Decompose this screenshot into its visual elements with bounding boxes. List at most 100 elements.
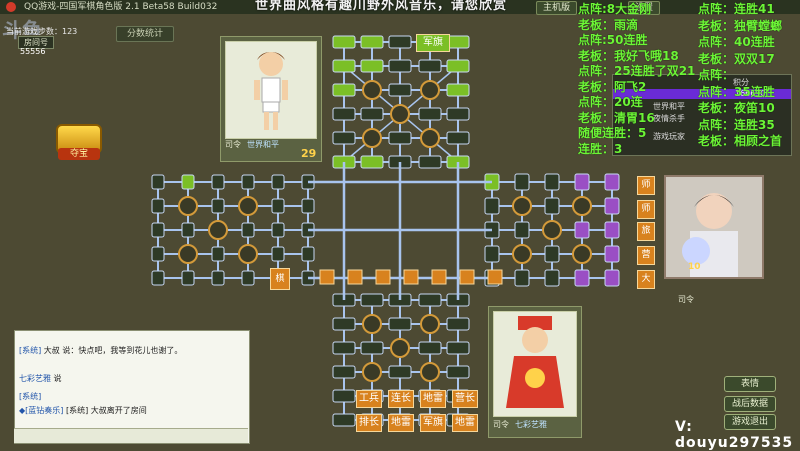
board-station[interactable] xyxy=(301,222,315,238)
board-station[interactable] xyxy=(418,59,442,73)
board-camp[interactable] xyxy=(420,80,440,100)
board-station[interactable] xyxy=(360,341,384,355)
board-station[interactable] xyxy=(332,131,356,145)
treasure-button[interactable]: 夺宝 xyxy=(52,120,104,162)
board-station[interactable] xyxy=(271,222,285,238)
board-station[interactable] xyxy=(514,173,530,191)
board-station[interactable] xyxy=(241,222,255,238)
board-station[interactable] xyxy=(211,270,225,286)
board-station[interactable] xyxy=(332,389,356,403)
board-station[interactable] xyxy=(544,173,560,191)
board-station[interactable] xyxy=(388,131,412,145)
board-camp[interactable] xyxy=(362,362,382,382)
board-station[interactable] xyxy=(301,174,315,190)
board-station[interactable] xyxy=(151,270,165,286)
board-camp[interactable] xyxy=(362,80,382,100)
board-station[interactable] xyxy=(514,221,530,239)
board-station[interactable] xyxy=(181,270,195,286)
piece-south-7[interactable]: 军旗 xyxy=(420,414,446,432)
board-station[interactable] xyxy=(211,174,225,190)
piece-east-1[interactable]: 师 xyxy=(637,176,655,195)
board-camp[interactable] xyxy=(362,128,382,148)
board-station[interactable] xyxy=(484,221,500,239)
board-station[interactable] xyxy=(241,174,255,190)
board-station[interactable] xyxy=(332,83,356,97)
board-station[interactable] xyxy=(544,197,560,215)
board-station[interactable] xyxy=(604,197,620,215)
board-station[interactable] xyxy=(388,59,412,73)
selected-piece[interactable]: 棋 xyxy=(270,268,290,290)
board-station[interactable] xyxy=(181,174,195,190)
piece-east-4[interactable]: 营 xyxy=(637,246,655,265)
board-station[interactable] xyxy=(332,35,356,49)
board-station[interactable] xyxy=(332,155,356,169)
board-station[interactable] xyxy=(514,269,530,287)
piece-east-3[interactable]: 旅 xyxy=(637,222,655,241)
board-station[interactable] xyxy=(388,293,412,307)
board-station[interactable] xyxy=(211,246,225,262)
board-station[interactable] xyxy=(301,246,315,262)
board-camp[interactable] xyxy=(178,244,198,264)
board-station[interactable] xyxy=(604,173,620,191)
board-camp[interactable] xyxy=(420,128,440,148)
board-station[interactable] xyxy=(446,59,470,73)
stats-button[interactable]: 分数统计 xyxy=(116,26,174,42)
piece-south-8[interactable]: 地雷 xyxy=(452,414,478,432)
board-camp[interactable] xyxy=(572,244,592,264)
board-station[interactable] xyxy=(446,317,470,331)
piece-east-5[interactable]: 大 xyxy=(637,270,655,289)
board-station[interactable] xyxy=(332,341,356,355)
board-station[interactable] xyxy=(181,222,195,238)
board-station[interactable] xyxy=(604,269,620,287)
board-station[interactable] xyxy=(446,341,470,355)
board-station[interactable] xyxy=(446,83,470,97)
board-station[interactable] xyxy=(388,35,412,49)
board-station[interactable] xyxy=(446,365,470,379)
board-station[interactable] xyxy=(360,59,384,73)
board-station[interactable] xyxy=(418,341,442,355)
board-station[interactable] xyxy=(446,107,470,121)
piece-east-2[interactable]: 师 xyxy=(637,200,655,219)
board-station[interactable] xyxy=(151,198,165,214)
board-station[interactable] xyxy=(446,293,470,307)
piece-south-2[interactable]: 连长 xyxy=(388,390,414,408)
board-camp[interactable] xyxy=(238,244,258,264)
emote-button[interactable]: 表情 xyxy=(724,376,776,392)
board-station[interactable] xyxy=(574,269,590,287)
board-station[interactable] xyxy=(332,293,356,307)
board-station[interactable] xyxy=(484,197,500,215)
board-station[interactable] xyxy=(388,83,412,97)
status-button[interactable]: 战后数据 xyxy=(724,396,776,412)
board-camp[interactable] xyxy=(512,196,532,216)
board-station[interactable] xyxy=(151,246,165,262)
board-station[interactable] xyxy=(301,270,315,286)
board-station[interactable] xyxy=(271,174,285,190)
board-station[interactable] xyxy=(332,365,356,379)
board-station[interactable] xyxy=(211,198,225,214)
board-station[interactable] xyxy=(151,174,165,190)
piece-south-6[interactable]: 地雷 xyxy=(388,414,414,432)
board-station[interactable] xyxy=(418,155,442,169)
board-station[interactable] xyxy=(484,269,500,287)
board-camp[interactable] xyxy=(238,196,258,216)
board-station[interactable] xyxy=(604,221,620,239)
board-station[interactable] xyxy=(446,35,470,49)
board-station[interactable] xyxy=(301,198,315,214)
board-camp[interactable] xyxy=(572,196,592,216)
board-camp[interactable] xyxy=(512,244,532,264)
board-station[interactable] xyxy=(388,155,412,169)
board-station[interactable] xyxy=(544,269,560,287)
board-camp[interactable] xyxy=(420,362,440,382)
board-station[interactable] xyxy=(484,173,500,191)
board-station[interactable] xyxy=(418,107,442,121)
shop-button[interactable]: 主机版 xyxy=(536,1,578,15)
board-station[interactable] xyxy=(332,107,356,121)
board-camp[interactable] xyxy=(390,338,410,358)
board-station[interactable] xyxy=(418,293,442,307)
board-station[interactable] xyxy=(574,221,590,239)
board-camp[interactable] xyxy=(208,220,228,240)
chat-toolbar[interactable] xyxy=(14,428,248,443)
board-station[interactable] xyxy=(446,131,470,145)
board-station[interactable] xyxy=(151,222,165,238)
board-station[interactable] xyxy=(388,317,412,331)
